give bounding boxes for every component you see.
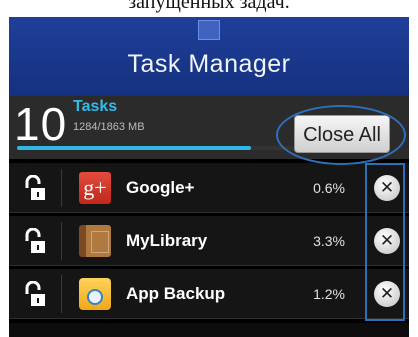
close-buttons-highlight-box xyxy=(365,163,405,321)
list-item[interactable]: App Backup 1.2% ✕ xyxy=(9,269,409,319)
tasks-label: Tasks xyxy=(73,98,118,115)
app-usage: 1.2% xyxy=(313,286,345,302)
app-list: g+ Google+ 0.6% ✕ MyLibrary 3.3% ✕ App B… xyxy=(9,163,409,319)
unlocked-padlock-icon[interactable] xyxy=(23,175,47,201)
page-title: Task Manager xyxy=(127,50,291,78)
folder-backup-icon xyxy=(79,278,111,310)
app-usage: 0.6% xyxy=(313,180,345,196)
divider xyxy=(61,222,62,260)
app-name: MyLibrary xyxy=(126,231,208,250)
divider xyxy=(61,169,62,207)
app-usage: 3.3% xyxy=(313,233,345,249)
google-plus-icon: g+ xyxy=(79,172,111,204)
app-name: Google+ xyxy=(126,178,195,197)
list-item[interactable]: g+ Google+ 0.6% ✕ xyxy=(9,163,409,213)
unlocked-padlock-icon[interactable] xyxy=(23,228,47,254)
list-item[interactable]: MyLibrary 3.3% ✕ xyxy=(9,216,409,266)
memory-bar-fill xyxy=(17,146,252,150)
book-icon xyxy=(79,225,111,257)
task-count: 10 xyxy=(14,98,68,150)
task-manager-screen: Task Manager 10 Tasks 1284/1863 MB Close… xyxy=(9,17,409,337)
close-all-highlight-ring xyxy=(276,105,406,165)
app-name: App Backup xyxy=(126,284,226,303)
unlocked-padlock-icon[interactable] xyxy=(23,281,47,307)
memory-usage: 1284/1863 MB xyxy=(73,121,145,133)
chart-icon xyxy=(198,20,220,40)
header-bar: Task Manager xyxy=(9,17,409,96)
divider xyxy=(61,275,62,313)
footer-bar xyxy=(9,323,409,337)
caption-text: запущенных задач. xyxy=(128,0,290,13)
